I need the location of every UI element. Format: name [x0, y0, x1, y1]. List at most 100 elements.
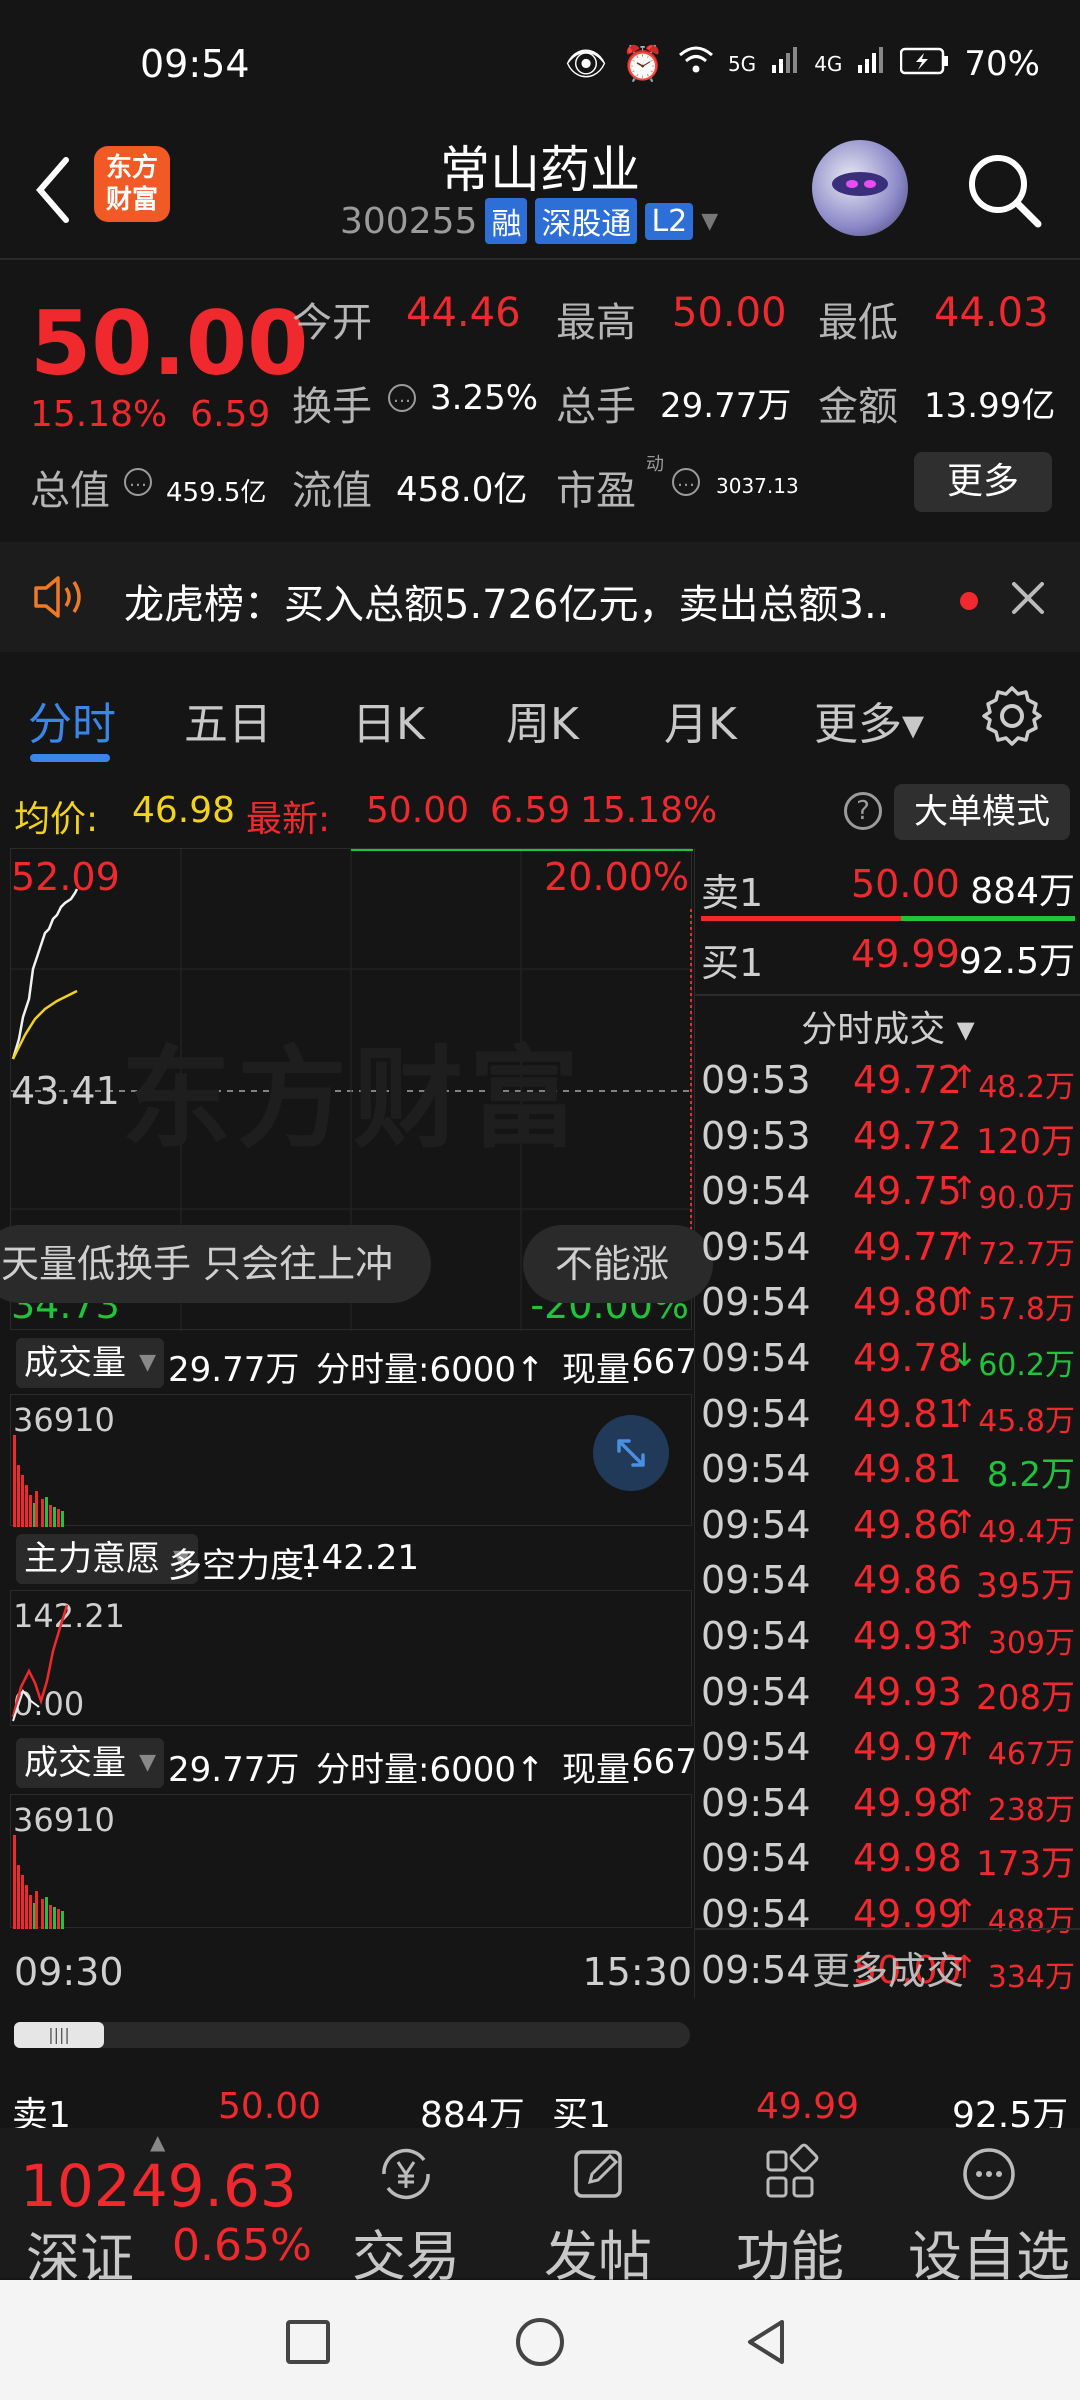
tick-row: 09:54 49.98 173万 [695, 1836, 1080, 1892]
tick-price: 49.98 [853, 1836, 962, 1881]
low-label: 最低 [818, 300, 898, 346]
tick-volume: 238万 [987, 1792, 1075, 1828]
volume-header: 成交量 ▼ 29.77万 分时量:6000↑ 现量: 667 [10, 1332, 697, 1392]
tick-volume: 488万 [987, 1904, 1075, 1939]
comment-bubble-left[interactable]: 天量低换手 只会往上冲 [0, 1225, 431, 1303]
tick-volume: 72.7万 [978, 1236, 1075, 1272]
chevron-down-icon: ▼ [701, 208, 719, 234]
tick-row: 09:53 49.72 ↑ 48.2万 [695, 1058, 1080, 1114]
more-button[interactable]: 更多 [914, 452, 1052, 512]
tick-row: 09:54 49.81 ↑ 45.8万 [695, 1392, 1080, 1448]
home-icon[interactable] [514, 2316, 566, 2368]
tick-row: 09:54 49.81 8.2万 [695, 1447, 1080, 1503]
tick-row: 09:54 49.78 ↓ 60.2万 [695, 1336, 1080, 1392]
floatcap-value: 458.0亿 [396, 470, 528, 510]
volume2-now: 667 [632, 1742, 697, 1782]
tick-time: 09:54 [701, 1502, 811, 1547]
arrow-up-icon: ↑ [951, 1502, 978, 1541]
back-icon[interactable] [742, 2318, 790, 2366]
robot-avatar[interactable] [812, 140, 908, 236]
tick-volume: 120万 [976, 1121, 1075, 1162]
eye-icon: 👁 [564, 44, 608, 84]
volume-now-label: 现量: [562, 1350, 642, 1390]
speaker-icon [34, 576, 81, 618]
nav-add-watchlist[interactable]: 设自选 [900, 2142, 1078, 2291]
tick-price: 49.93 [853, 1669, 962, 1714]
tick-time: 09:54 [701, 1836, 811, 1881]
tab-daily-k[interactable]: 日K [352, 688, 425, 752]
tick-time: 09:54 [701, 1336, 811, 1380]
tick-volume: 395万 [976, 1566, 1075, 1607]
tick-price: 49.98 [853, 1780, 962, 1825]
open-value: 44.46 [406, 290, 521, 336]
buy1-price: 49.99 [851, 932, 960, 976]
volume-tick: 分时量:6000↑ [316, 1350, 545, 1390]
intraday-chart[interactable]: 东方财富 52.09 20.00% 43.41 34.73 -20.00% 天量… [0, 848, 713, 1998]
stock-header: 东方 财富 常山药业 300255 融 深股通 L2 ▼ [0, 130, 1080, 260]
chart-scroll-handle[interactable]: |||| [14, 2022, 104, 2048]
y-mid-label: 43.41 [11, 1069, 120, 1113]
chart-scroll-track[interactable]: |||| [14, 2022, 690, 2048]
floatcap-label: 流值 [292, 468, 372, 514]
force-panel: 142.21 0.00 [10, 1590, 692, 1726]
pe-label: 市盈 [556, 468, 636, 514]
volume-total: 29.77万 [168, 1350, 300, 1390]
signal-icon-2 [856, 44, 886, 84]
level-row: 卖1 50.00 884万 买1 49.99 92.5万 [0, 2080, 1080, 2136]
buy1-vol: 92.5万 [958, 941, 1075, 982]
tick-price: 49.93 [853, 1614, 962, 1658]
expand-icon[interactable] [593, 1415, 669, 1491]
volume2-bars [13, 1835, 64, 1929]
nav-functions[interactable]: 功能 [710, 2142, 870, 2291]
index-value[interactable]: 10249.63 [20, 2152, 297, 2220]
pe-info-icon[interactable]: … [672, 468, 700, 496]
search-icon[interactable] [962, 148, 1046, 232]
price-panel: 东方财富 52.09 20.00% 43.41 34.73 -20.00% 天量… [0, 848, 713, 1331]
arrow-up-icon: ↑ [951, 1780, 978, 1819]
tick-price: 49.81 [853, 1391, 962, 1436]
nav-post[interactable]: 发帖 [518, 2142, 678, 2291]
yen-cycle-icon [382, 2148, 430, 2200]
signal-icon [770, 44, 800, 84]
tab-more[interactable]: 更多▾ [814, 688, 924, 752]
close-icon[interactable] [1008, 578, 1048, 618]
sell1-row: 卖1 50.00 884万 [695, 862, 1080, 918]
ticks-title[interactable]: 分时成交 ▾ [695, 1000, 1080, 1052]
tick-time: 09:54 [701, 1725, 811, 1770]
tick-time: 09:54 [701, 1169, 811, 1214]
volume-indicator-select[interactable]: 成交量 ▼ [16, 1338, 164, 1388]
tick-price: 49.78 [853, 1336, 962, 1380]
recent-apps-icon[interactable] [284, 2318, 332, 2366]
tick-price: 49.72 [853, 1058, 962, 1102]
arrow-up-icon: ↑ [951, 1614, 978, 1652]
y-top-label: 52.09 [11, 855, 120, 899]
marketcap-info-icon[interactable]: … [124, 468, 152, 496]
more-trades-button[interactable]: 更多成交 [695, 1940, 1080, 1995]
comment-bubble-right[interactable]: 不能涨 [523, 1225, 713, 1303]
big-order-mode-button[interactable]: 大单模式 [894, 784, 1070, 840]
tab-intraday[interactable]: 分时 [28, 688, 116, 752]
help-icon[interactable]: ? [844, 792, 882, 830]
tick-price: 49.80 [853, 1280, 962, 1325]
tick-row: 09:54 49.93 208万 [695, 1670, 1080, 1726]
tab-five-day[interactable]: 五日 [184, 688, 272, 752]
marketcap-label: 总值 [30, 468, 110, 514]
volume2-indicator-select[interactable]: 成交量 ▼ [16, 1738, 164, 1788]
tab-weekly-k[interactable]: 周K [506, 688, 579, 752]
volume-panel: 36910 [10, 1394, 692, 1527]
turnover-info-icon[interactable]: … [388, 384, 416, 412]
notice-bar[interactable]: 龙虎榜：买入总额5.726亿元，卖出总额3.. [0, 542, 1080, 652]
turnover-value: 3.25% [430, 378, 539, 418]
level-sell1-price: 50.00 [218, 2086, 322, 2127]
expand-up-icon[interactable]: ▲ [150, 2130, 165, 2154]
tick-volume: 45.8万 [978, 1403, 1075, 1439]
tab-monthly-k[interactable]: 月K [664, 688, 737, 752]
time-end-label: 15:30 [582, 1950, 692, 1994]
tick-time: 09:54 [701, 1280, 811, 1325]
volume-bars [13, 1435, 64, 1527]
tick-volume: 8.2万 [986, 1455, 1075, 1496]
sell1-price: 50.00 [851, 862, 960, 906]
stock-subtitle[interactable]: 300255 融 深股通 L2 ▼ [340, 198, 718, 244]
gear-icon[interactable] [980, 684, 1044, 748]
nav-trade[interactable]: 交易 [326, 2142, 486, 2291]
